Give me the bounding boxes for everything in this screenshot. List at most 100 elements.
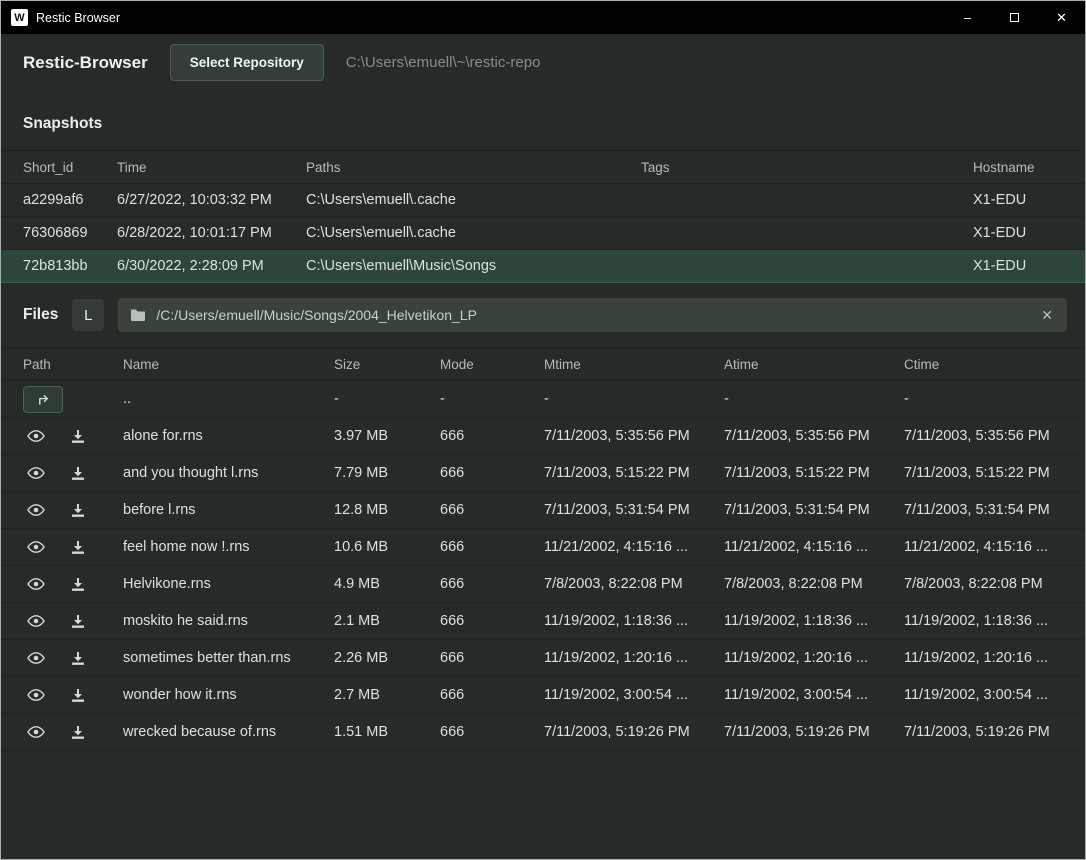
download-file-button[interactable] xyxy=(65,682,91,708)
file-size: 3.97 MB xyxy=(334,418,440,455)
file-row[interactable]: wrecked because of.rns 1.51 MB 666 7/11/… xyxy=(1,714,1085,751)
file-ctime: - xyxy=(904,381,1085,418)
column-header-mtime[interactable]: Mtime xyxy=(544,348,724,381)
preview-file-button[interactable] xyxy=(23,423,49,449)
file-mtime: 7/11/2003, 5:31:54 PM xyxy=(544,492,724,529)
download-file-button[interactable] xyxy=(65,608,91,634)
download-icon xyxy=(70,614,86,629)
file-size: 1.51 MB xyxy=(334,714,440,751)
file-ctime: 7/11/2003, 5:31:54 PM xyxy=(904,492,1085,529)
snapshot-paths: C:\Users\emuell\.cache xyxy=(306,184,641,217)
column-header-mode[interactable]: Mode xyxy=(440,348,544,381)
files-table: Path Name Size Mode Mtime Atime Ctime .. xyxy=(1,347,1085,751)
eye-icon xyxy=(27,503,45,517)
file-row[interactable]: and you thought l.rns 7.79 MB 666 7/11/2… xyxy=(1,455,1085,492)
column-header-ctime[interactable]: Ctime xyxy=(904,348,1085,381)
snapshot-tags xyxy=(641,250,973,283)
preview-file-button[interactable] xyxy=(23,719,49,745)
select-repository-button[interactable]: Select Repository xyxy=(170,44,324,81)
file-size: 2.26 MB xyxy=(334,640,440,677)
preview-file-button[interactable] xyxy=(23,534,49,560)
column-header-size[interactable]: Size xyxy=(334,348,440,381)
clear-path-icon: ✕ xyxy=(1041,307,1053,323)
snapshot-short-id: 76306869 xyxy=(1,217,117,250)
file-ctime: 7/8/2003, 8:22:08 PM xyxy=(904,566,1085,603)
file-ctime: 11/19/2002, 1:20:16 ... xyxy=(904,640,1085,677)
app-logo-icon: W xyxy=(11,9,28,26)
parent-dir-row[interactable]: .. - - - - - xyxy=(1,381,1085,418)
download-icon xyxy=(70,429,86,444)
snapshot-time: 6/28/2022, 10:01:17 PM xyxy=(117,217,306,250)
preview-file-button[interactable] xyxy=(23,682,49,708)
download-icon xyxy=(70,688,86,703)
download-file-button[interactable] xyxy=(65,719,91,745)
column-header-path[interactable]: Path xyxy=(1,348,123,381)
column-header-paths[interactable]: Paths xyxy=(306,151,641,184)
file-row[interactable]: moskito he said.rns 2.1 MB 666 11/19/200… xyxy=(1,603,1085,640)
file-atime: 11/19/2002, 3:00:54 ... xyxy=(724,677,904,714)
preview-file-button[interactable] xyxy=(23,497,49,523)
maximize-button[interactable] xyxy=(991,1,1038,34)
snapshots-table: Short_id Time Paths Tags Hostname a2299a… xyxy=(1,150,1085,283)
column-header-time[interactable]: Time xyxy=(117,151,306,184)
file-ctime: 7/11/2003, 5:35:56 PM xyxy=(904,418,1085,455)
file-atime: 7/11/2003, 5:31:54 PM xyxy=(724,492,904,529)
file-mtime: - xyxy=(544,381,724,418)
app-name: Restic-Browser xyxy=(23,53,148,73)
file-row[interactable]: before l.rns 12.8 MB 666 7/11/2003, 5:31… xyxy=(1,492,1085,529)
download-file-button[interactable] xyxy=(65,534,91,560)
file-row[interactable]: sometimes better than.rns 2.26 MB 666 11… xyxy=(1,640,1085,677)
download-file-button[interactable] xyxy=(65,571,91,597)
file-size: 10.6 MB xyxy=(334,529,440,566)
preview-file-button[interactable] xyxy=(23,571,49,597)
file-name: alone for.rns xyxy=(123,418,334,455)
preview-file-button[interactable] xyxy=(23,608,49,634)
file-row[interactable]: alone for.rns 3.97 MB 666 7/11/2003, 5:3… xyxy=(1,418,1085,455)
go-to-parent-button[interactable] xyxy=(23,386,63,413)
snapshots-heading: Snapshots xyxy=(23,115,102,132)
snapshot-tags xyxy=(641,184,973,217)
file-row[interactable]: Helvikone.rns 4.9 MB 666 7/8/2003, 8:22:… xyxy=(1,566,1085,603)
download-file-button[interactable] xyxy=(65,460,91,486)
preview-file-button[interactable] xyxy=(23,460,49,486)
column-header-tags[interactable]: Tags xyxy=(641,151,973,184)
minimize-icon: – xyxy=(964,10,971,25)
file-path-bar[interactable]: /C:/Users/emuell/Music/Songs/2004_Helvet… xyxy=(118,298,1067,332)
snapshot-row[interactable]: 72b813bb 6/30/2022, 2:28:09 PM C:\Users\… xyxy=(1,250,1085,283)
download-file-button[interactable] xyxy=(65,497,91,523)
snapshot-row[interactable]: 76306869 6/28/2022, 10:01:17 PM C:\Users… xyxy=(1,217,1085,250)
tree-toggle-button[interactable]: L xyxy=(72,299,104,331)
download-icon xyxy=(70,651,86,666)
download-file-button[interactable] xyxy=(65,645,91,671)
download-icon xyxy=(70,466,86,481)
eye-icon xyxy=(27,577,45,591)
file-row[interactable]: wonder how it.rns 2.7 MB 666 11/19/2002,… xyxy=(1,677,1085,714)
download-file-button[interactable] xyxy=(65,423,91,449)
file-atime: 7/11/2003, 5:35:56 PM xyxy=(724,418,904,455)
close-button[interactable]: ✕ xyxy=(1038,1,1085,34)
preview-file-button[interactable] xyxy=(23,645,49,671)
file-name: wrecked because of.rns xyxy=(123,714,334,751)
window-controls: – ✕ xyxy=(944,1,1085,34)
file-mode: 666 xyxy=(440,492,544,529)
eye-icon xyxy=(27,688,45,702)
file-size: 2.7 MB xyxy=(334,677,440,714)
column-header-name[interactable]: Name xyxy=(123,348,334,381)
column-header-short-id[interactable]: Short_id xyxy=(1,151,117,184)
file-row[interactable]: feel home now !.rns 10.6 MB 666 11/21/20… xyxy=(1,529,1085,566)
file-name: feel home now !.rns xyxy=(123,529,334,566)
download-icon xyxy=(70,577,86,592)
snapshots-header-row: Short_id Time Paths Tags Hostname xyxy=(1,151,1085,184)
file-ctime: 11/19/2002, 1:18:36 ... xyxy=(904,603,1085,640)
column-header-hostname[interactable]: Hostname xyxy=(973,151,1085,184)
file-mtime: 7/11/2003, 5:35:56 PM xyxy=(544,418,724,455)
column-header-atime[interactable]: Atime xyxy=(724,348,904,381)
snapshot-row[interactable]: a2299af6 6/27/2022, 10:03:32 PM C:\Users… xyxy=(1,184,1085,217)
file-ctime: 11/19/2002, 3:00:54 ... xyxy=(904,677,1085,714)
download-icon xyxy=(70,540,86,555)
clear-path-button[interactable]: ✕ xyxy=(1039,307,1055,324)
minimize-button[interactable]: – xyxy=(944,1,991,34)
file-atime: 7/11/2003, 5:19:26 PM xyxy=(724,714,904,751)
snapshots-section-header: Snapshots xyxy=(1,91,1085,150)
file-size: 12.8 MB xyxy=(334,492,440,529)
